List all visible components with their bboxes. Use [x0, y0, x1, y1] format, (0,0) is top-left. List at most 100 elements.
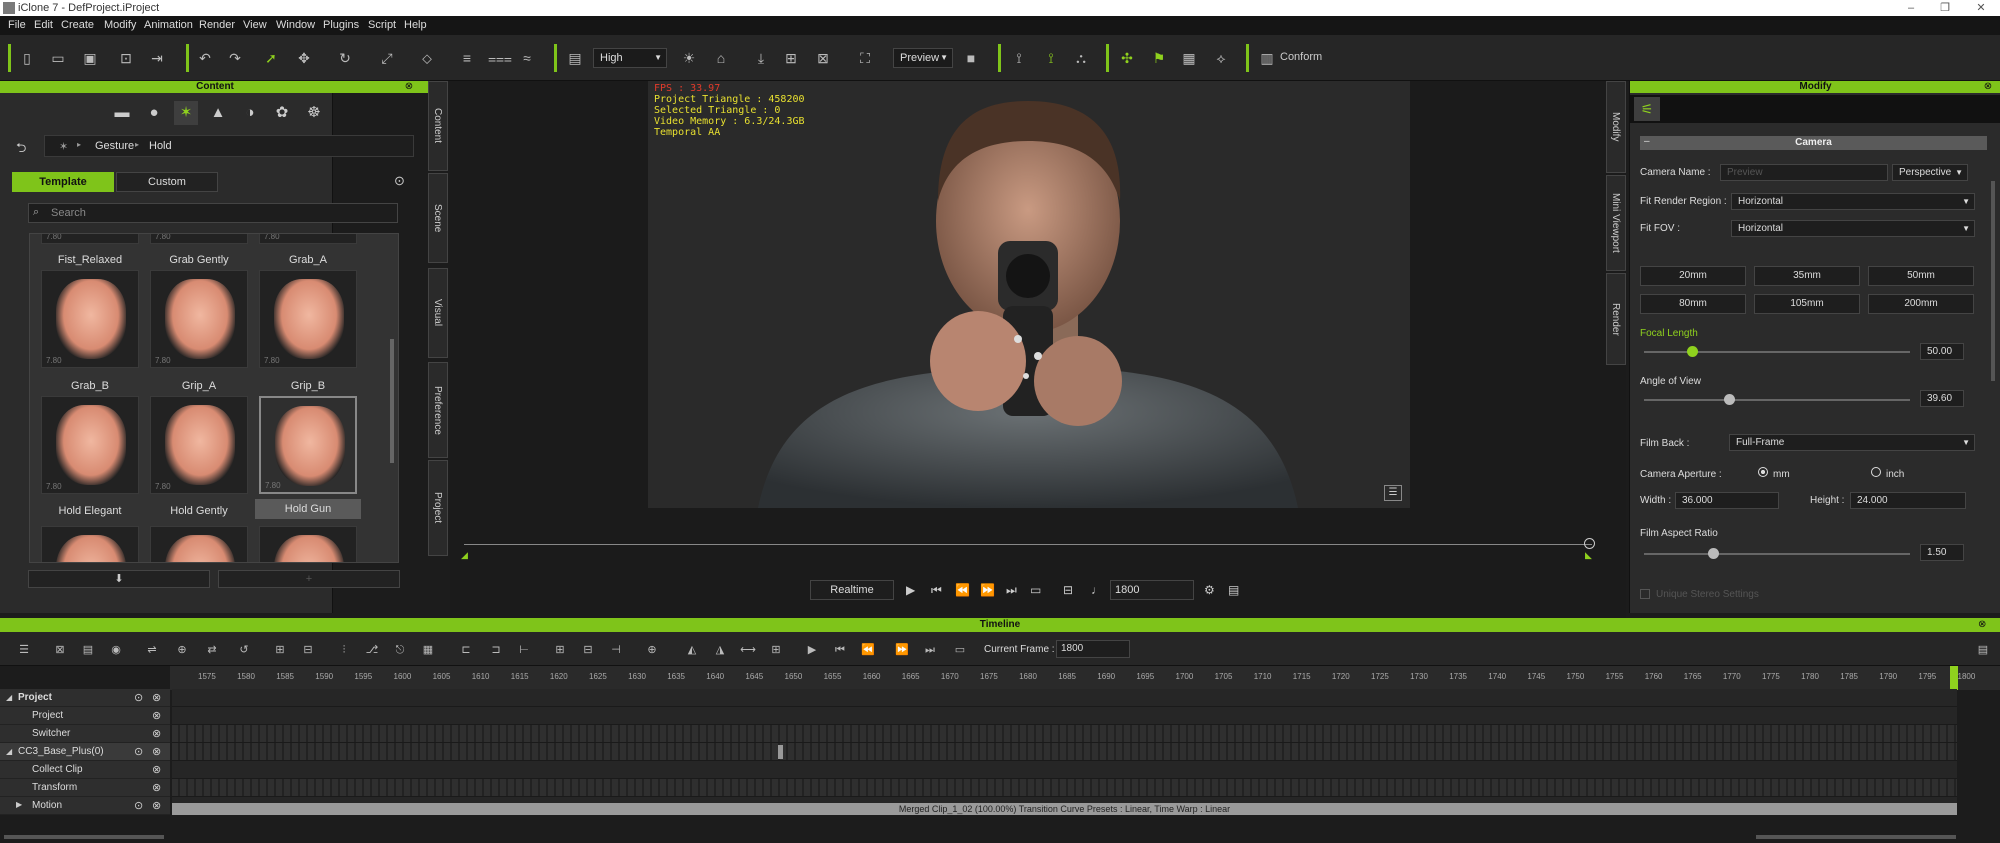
maximize-icon[interactable]: ❐: [1930, 0, 1960, 16]
grid-scrollbar[interactable]: [390, 339, 394, 463]
grid-icon[interactable]: ⊠: [814, 49, 832, 67]
tab-template[interactable]: Template: [12, 172, 114, 192]
motion-pose-icon[interactable]: ✣: [1118, 49, 1136, 67]
new-file-icon[interactable]: ▯: [18, 49, 36, 67]
gesture-thumb[interactable]: 7.80: [150, 234, 248, 244]
gesture-thumb[interactable]: [259, 526, 357, 562]
ff-icon[interactable]: ⏩: [894, 643, 910, 657]
angle-of-view-input[interactable]: 39.60: [1920, 390, 1964, 407]
lens-80mm-button[interactable]: 80mm: [1640, 294, 1746, 314]
gesture-thumb[interactable]: 7.80: [150, 396, 248, 494]
menu-help[interactable]: Help: [404, 19, 427, 31]
track-close-icon[interactable]: ⊗: [152, 691, 161, 704]
frame-input[interactable]: 1800: [1110, 580, 1194, 600]
move-icon[interactable]: ✥: [295, 49, 313, 67]
curve-icon[interactable]: ⫶: [336, 643, 352, 657]
track-options-icon[interactable]: ⊙: [134, 691, 143, 704]
rotate-icon[interactable]: ↻: [336, 49, 354, 67]
breadcrumb-hold[interactable]: Hold: [149, 140, 172, 152]
import-icon[interactable]: ⊡: [117, 49, 135, 67]
aperture-mm-radio[interactable]: [1758, 467, 1768, 477]
gesture-thumb[interactable]: 7.80: [41, 270, 139, 368]
track-lane[interactable]: [172, 725, 1957, 743]
merge-icon[interactable]: ⇄: [204, 643, 220, 657]
conform-label[interactable]: Conform: [1280, 51, 1322, 63]
remove-track-icon[interactable]: ⊟: [580, 643, 596, 657]
menu-view[interactable]: View: [243, 19, 267, 31]
menu-window[interactable]: Window: [276, 19, 315, 31]
snap-icon[interactable]: ≡: [458, 49, 476, 67]
clipboard-icon[interactable]: ▦: [1180, 49, 1198, 67]
track-close-icon[interactable]: ⊗: [152, 763, 161, 776]
angle-of-view-slider[interactable]: [1644, 399, 1910, 401]
minimize-icon[interactable]: –: [1896, 0, 1926, 16]
focal-length-input[interactable]: 50.00: [1920, 343, 1964, 360]
search-input[interactable]: ⌕ Search: [28, 203, 398, 223]
quality-dropdown[interactable]: High ▼: [593, 48, 667, 68]
conform-icon[interactable]: ▥: [1258, 49, 1276, 67]
save-icon[interactable]: ▣: [81, 49, 99, 67]
side-tab-content[interactable]: Content: [428, 81, 448, 171]
lens-200mm-button[interactable]: 200mm: [1868, 294, 1974, 314]
projection-dropdown[interactable]: Perspective ▼: [1892, 164, 1968, 181]
film-aspect-ratio-slider[interactable]: [1644, 553, 1910, 555]
flag-icon[interactable]: ⚑: [1150, 49, 1168, 67]
height-input[interactable]: 24.000: [1850, 492, 1966, 509]
lens-35mm-button[interactable]: 35mm: [1754, 266, 1860, 286]
stretch-icon[interactable]: ⊞: [768, 643, 784, 657]
side-tab-render[interactable]: Render: [1606, 273, 1626, 365]
range-end-marker[interactable]: ◣: [1585, 550, 1592, 561]
gesture-thumb[interactable]: [41, 526, 139, 562]
collapse-icon[interactable]: –: [1644, 136, 1650, 147]
prev-key-icon[interactable]: ⏮: [832, 643, 848, 657]
stage-icon[interactable]: ▲: [206, 101, 230, 125]
select-arrow-icon[interactable]: ➚: [262, 49, 280, 67]
film-aspect-ratio-slider-knob[interactable]: [1708, 548, 1720, 559]
menu-edit[interactable]: Edit: [34, 19, 53, 31]
open-folder-icon[interactable]: ▭: [49, 49, 67, 67]
home-camera-icon[interactable]: ⌂: [712, 49, 730, 67]
gesture-thumb[interactable]: 7.80: [41, 396, 139, 494]
timeline-ruler[interactable]: 1575 1580 1585 1590 1595 1600 1605 1610 1615 1620…: [170, 666, 2000, 690]
fit-render-region-dropdown[interactable]: Horizontal ▼: [1731, 193, 1975, 210]
loop-clip-icon[interactable]: ↺: [236, 643, 252, 657]
undo-icon[interactable]: ↶: [196, 49, 214, 67]
next-frame-icon[interactable]: ⏩: [980, 583, 995, 597]
media-icon[interactable]: ✿: [270, 101, 294, 125]
side-tab-modify[interactable]: Modify: [1606, 81, 1626, 173]
playhead[interactable]: [1950, 666, 1958, 690]
blend-icon[interactable]: ⎋: [392, 643, 408, 657]
side-tab-scene[interactable]: Scene: [428, 173, 448, 263]
breadcrumb-gesture[interactable]: Gesture: [95, 140, 134, 152]
collapse-track-icon[interactable]: ⊣: [608, 643, 624, 657]
film-aspect-ratio-input[interactable]: 1.50: [1920, 544, 1964, 561]
motion-icon[interactable]: ✶: [174, 101, 198, 125]
screen-icon[interactable]: ▤: [1228, 583, 1239, 597]
width-input[interactable]: 36.000: [1675, 492, 1779, 509]
gesture-thumb[interactable]: 7.80: [150, 270, 248, 368]
menu-create[interactable]: Create: [61, 19, 94, 31]
track-project-header[interactable]: Project: [0, 689, 170, 707]
link-icon[interactable]: ≈: [518, 49, 536, 67]
loop-range-icon[interactable]: ▭: [952, 643, 968, 657]
video-camera-icon[interactable]: ■: [962, 49, 980, 67]
film-back-dropdown[interactable]: Full-Frame ▼: [1729, 434, 1975, 451]
transform-track-icon[interactable]: ▤: [80, 643, 96, 657]
focal-length-slider[interactable]: [1644, 351, 1910, 353]
track-close-icon[interactable]: ⊗: [152, 709, 161, 722]
back-icon[interactable]: ⮌: [16, 139, 26, 161]
loop-icon[interactable]: ▭: [1030, 583, 1041, 597]
fit-fov-dropdown[interactable]: Horizontal ▼: [1731, 220, 1975, 237]
gesture-thumb[interactable]: 7.80: [259, 270, 357, 368]
speed-icon[interactable]: ⎇: [364, 643, 380, 657]
track-lane[interactable]: [172, 743, 1957, 761]
fit-range-icon[interactable]: ⊐: [488, 643, 504, 657]
add-track-icon[interactable]: ⊞: [552, 643, 568, 657]
range-start-marker[interactable]: ◢: [461, 550, 468, 561]
display-mode-icon[interactable]: ▤: [566, 49, 584, 67]
keyframe-marker[interactable]: [778, 745, 783, 759]
timeline-scrubber-track[interactable]: [464, 544, 1592, 545]
chat-icon[interactable]: ☰: [1384, 485, 1402, 501]
focal-length-slider-knob[interactable]: [1686, 346, 1698, 357]
prev-frame-icon[interactable]: ⏪: [955, 583, 970, 597]
